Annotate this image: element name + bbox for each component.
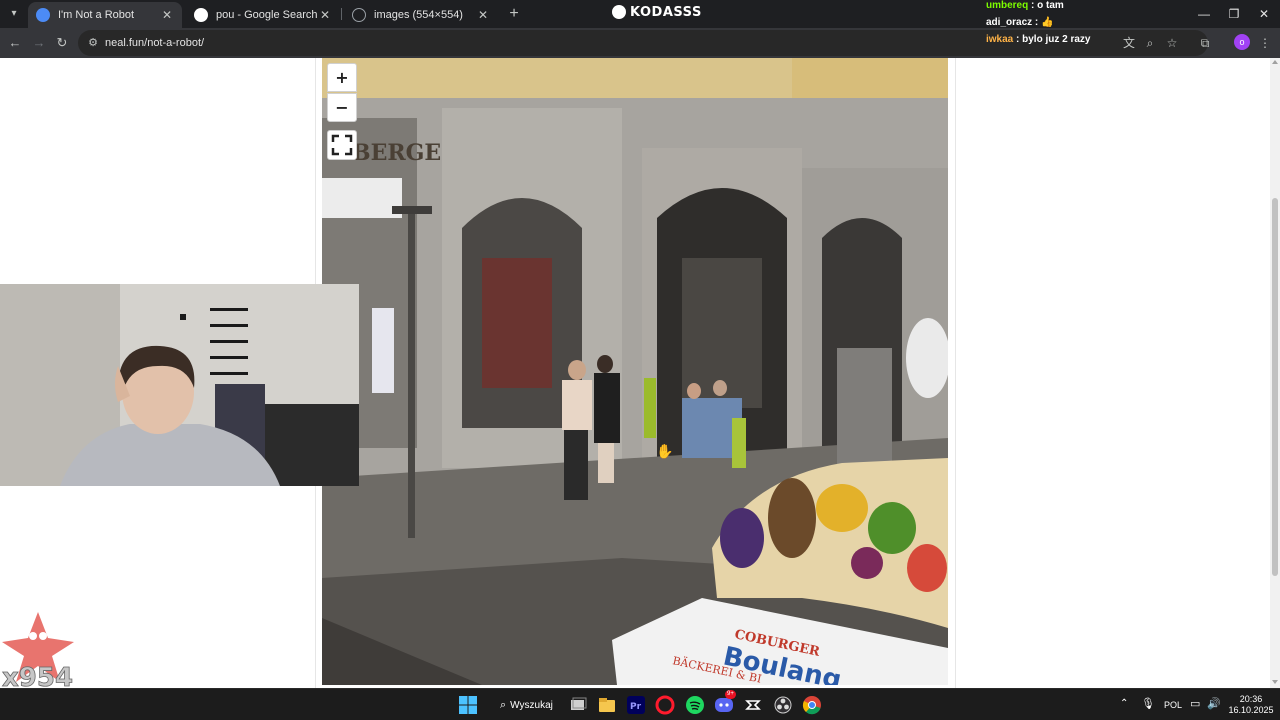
discord-logo-icon <box>612 5 626 19</box>
language-indicator[interactable]: POL <box>1164 700 1182 710</box>
taskbar-search[interactable]: ⌕ Wyszukaj <box>494 694 558 716</box>
zoom-out-button[interactable]: − <box>327 93 357 122</box>
street-view-panorama[interactable]: BERGE COBURGER Boulang BÄCKEREI & BI ✋ <box>322 58 948 685</box>
translate-icon[interactable]: 文 <box>1120 34 1138 52</box>
profile-avatar[interactable]: o <box>1234 34 1250 50</box>
chat-text: 👍 <box>1041 17 1054 28</box>
search-icon: ⌕ <box>500 698 507 711</box>
menu-dots-icon[interactable]: ⋮ <box>1256 34 1274 52</box>
forward-button[interactable]: → <box>29 33 49 53</box>
opera-gx-icon[interactable] <box>655 695 675 715</box>
new-tab-button[interactable]: + <box>504 4 524 24</box>
windows-logo-icon <box>459 696 477 714</box>
fullscreen-icon <box>331 134 353 156</box>
close-tab-icon[interactable]: ✕ <box>318 8 332 22</box>
page-scrollbar[interactable] <box>1270 58 1280 688</box>
tab-title: images (554×554) <box>374 9 463 21</box>
chat-text: bylo juz 2 razy <box>1022 34 1091 45</box>
chat-user: umbereq <box>986 0 1029 11</box>
tab-not-a-robot[interactable]: I'm Not a Robot ✕ <box>28 2 182 28</box>
url-text: neal.fun/not-a-robot/ <box>105 37 205 49</box>
search-label: Wyszukaj <box>510 699 553 711</box>
webcam-feed <box>0 284 359 486</box>
stream-chat: umbereq : o tam adi_oracz : 👍 iwkaa : by… <box>986 0 1116 48</box>
chat-message: iwkaa : bylo juz 2 razy <box>986 34 1091 45</box>
tray-overflow-icon[interactable]: ⌃ <box>1120 698 1128 709</box>
minimize-button[interactable]: — <box>1188 0 1220 28</box>
capcut-icon[interactable] <box>743 695 763 715</box>
tab-google-search[interactable]: pou - Google Search ✕ <box>186 2 340 28</box>
windows-taskbar: ⌕ Wyszukaj Pr 9+ ⌃ 🎙 POL ▭ 🔊 20:36 16.10… <box>0 688 1280 720</box>
chat-text: o tam <box>1037 0 1064 11</box>
shop-sign-text: BERGE <box>352 140 441 166</box>
street-scene: BERGE COBURGER Boulang BÄCKEREI & BI ✋ <box>322 58 948 685</box>
close-window-button[interactable]: ✕ <box>1248 0 1280 28</box>
chat-message: adi_oracz : 👍 <box>986 17 1054 28</box>
tab-title: I'm Not a Robot <box>58 9 135 21</box>
discord-badge: 9+ <box>725 690 736 699</box>
site-info-icon[interactable]: ⚙ <box>86 36 100 50</box>
close-tab-icon[interactable]: ✕ <box>160 8 174 22</box>
volume-icon[interactable]: 🔊 <box>1207 697 1221 710</box>
watermark-text: x954 <box>2 663 73 690</box>
google-favicon-icon <box>194 8 208 22</box>
file-explorer-icon[interactable] <box>597 695 617 715</box>
chrome-icon[interactable] <box>802 695 822 715</box>
restore-button[interactable]: ❐ <box>1218 0 1250 28</box>
scroll-up-arrow-icon[interactable] <box>1272 60 1278 64</box>
webcam-overlay <box>0 284 359 486</box>
tab-search-button[interactable]: ▾ <box>4 4 24 24</box>
start-button[interactable] <box>458 695 478 715</box>
hand-cursor-icon: ✋ <box>656 443 673 459</box>
content-border-right <box>955 58 956 688</box>
patrick-sticker: x954 <box>0 608 76 693</box>
bookmark-star-icon[interactable]: ☆ <box>1163 34 1181 52</box>
task-view-icon[interactable] <box>568 695 588 715</box>
clock-date: 16.10.2025 <box>1228 705 1274 715</box>
chat-user: iwkaa <box>986 34 1014 45</box>
tab-images[interactable]: images (554×554) ✕ <box>344 2 498 28</box>
zoom-in-button[interactable]: + <box>327 63 357 92</box>
fullscreen-button[interactable] <box>327 130 357 160</box>
reload-button[interactable]: ↻ <box>52 33 72 53</box>
close-tab-icon[interactable]: ✕ <box>476 8 490 22</box>
chat-user: adi_oracz <box>986 17 1033 28</box>
tab-separator <box>341 8 342 20</box>
system-clock[interactable]: 20:36 16.10.2025 <box>1226 694 1276 716</box>
premiere-pro-icon[interactable]: Pr <box>626 695 646 715</box>
back-button[interactable]: ← <box>5 33 25 53</box>
extensions-icon[interactable]: ⧉ <box>1196 34 1214 52</box>
star-character-icon: x954 <box>2 612 74 693</box>
scroll-thumb[interactable] <box>1272 198 1278 576</box>
discord-icon[interactable]: 9+ <box>714 690 736 715</box>
chat-message: umbereq : o tam <box>986 0 1064 11</box>
stream-title: KODASSS <box>630 4 702 20</box>
obs-icon[interactable] <box>773 695 793 715</box>
svg-text:Pr: Pr <box>630 702 642 712</box>
microphone-icon[interactable]: 🎙 <box>1141 697 1155 710</box>
tab-title: pou - Google Search <box>216 9 318 21</box>
spotify-icon[interactable] <box>685 695 705 715</box>
robot-favicon-icon <box>36 8 50 22</box>
network-icon[interactable]: ▭ <box>1190 697 1200 710</box>
clock-time: 20:36 <box>1239 694 1263 704</box>
globe-favicon-icon <box>352 8 366 22</box>
stream-logo: KODASSS <box>612 3 702 21</box>
zoom-icon[interactable]: ⌕ <box>1141 34 1159 52</box>
scroll-down-arrow-icon[interactable] <box>1272 680 1278 684</box>
